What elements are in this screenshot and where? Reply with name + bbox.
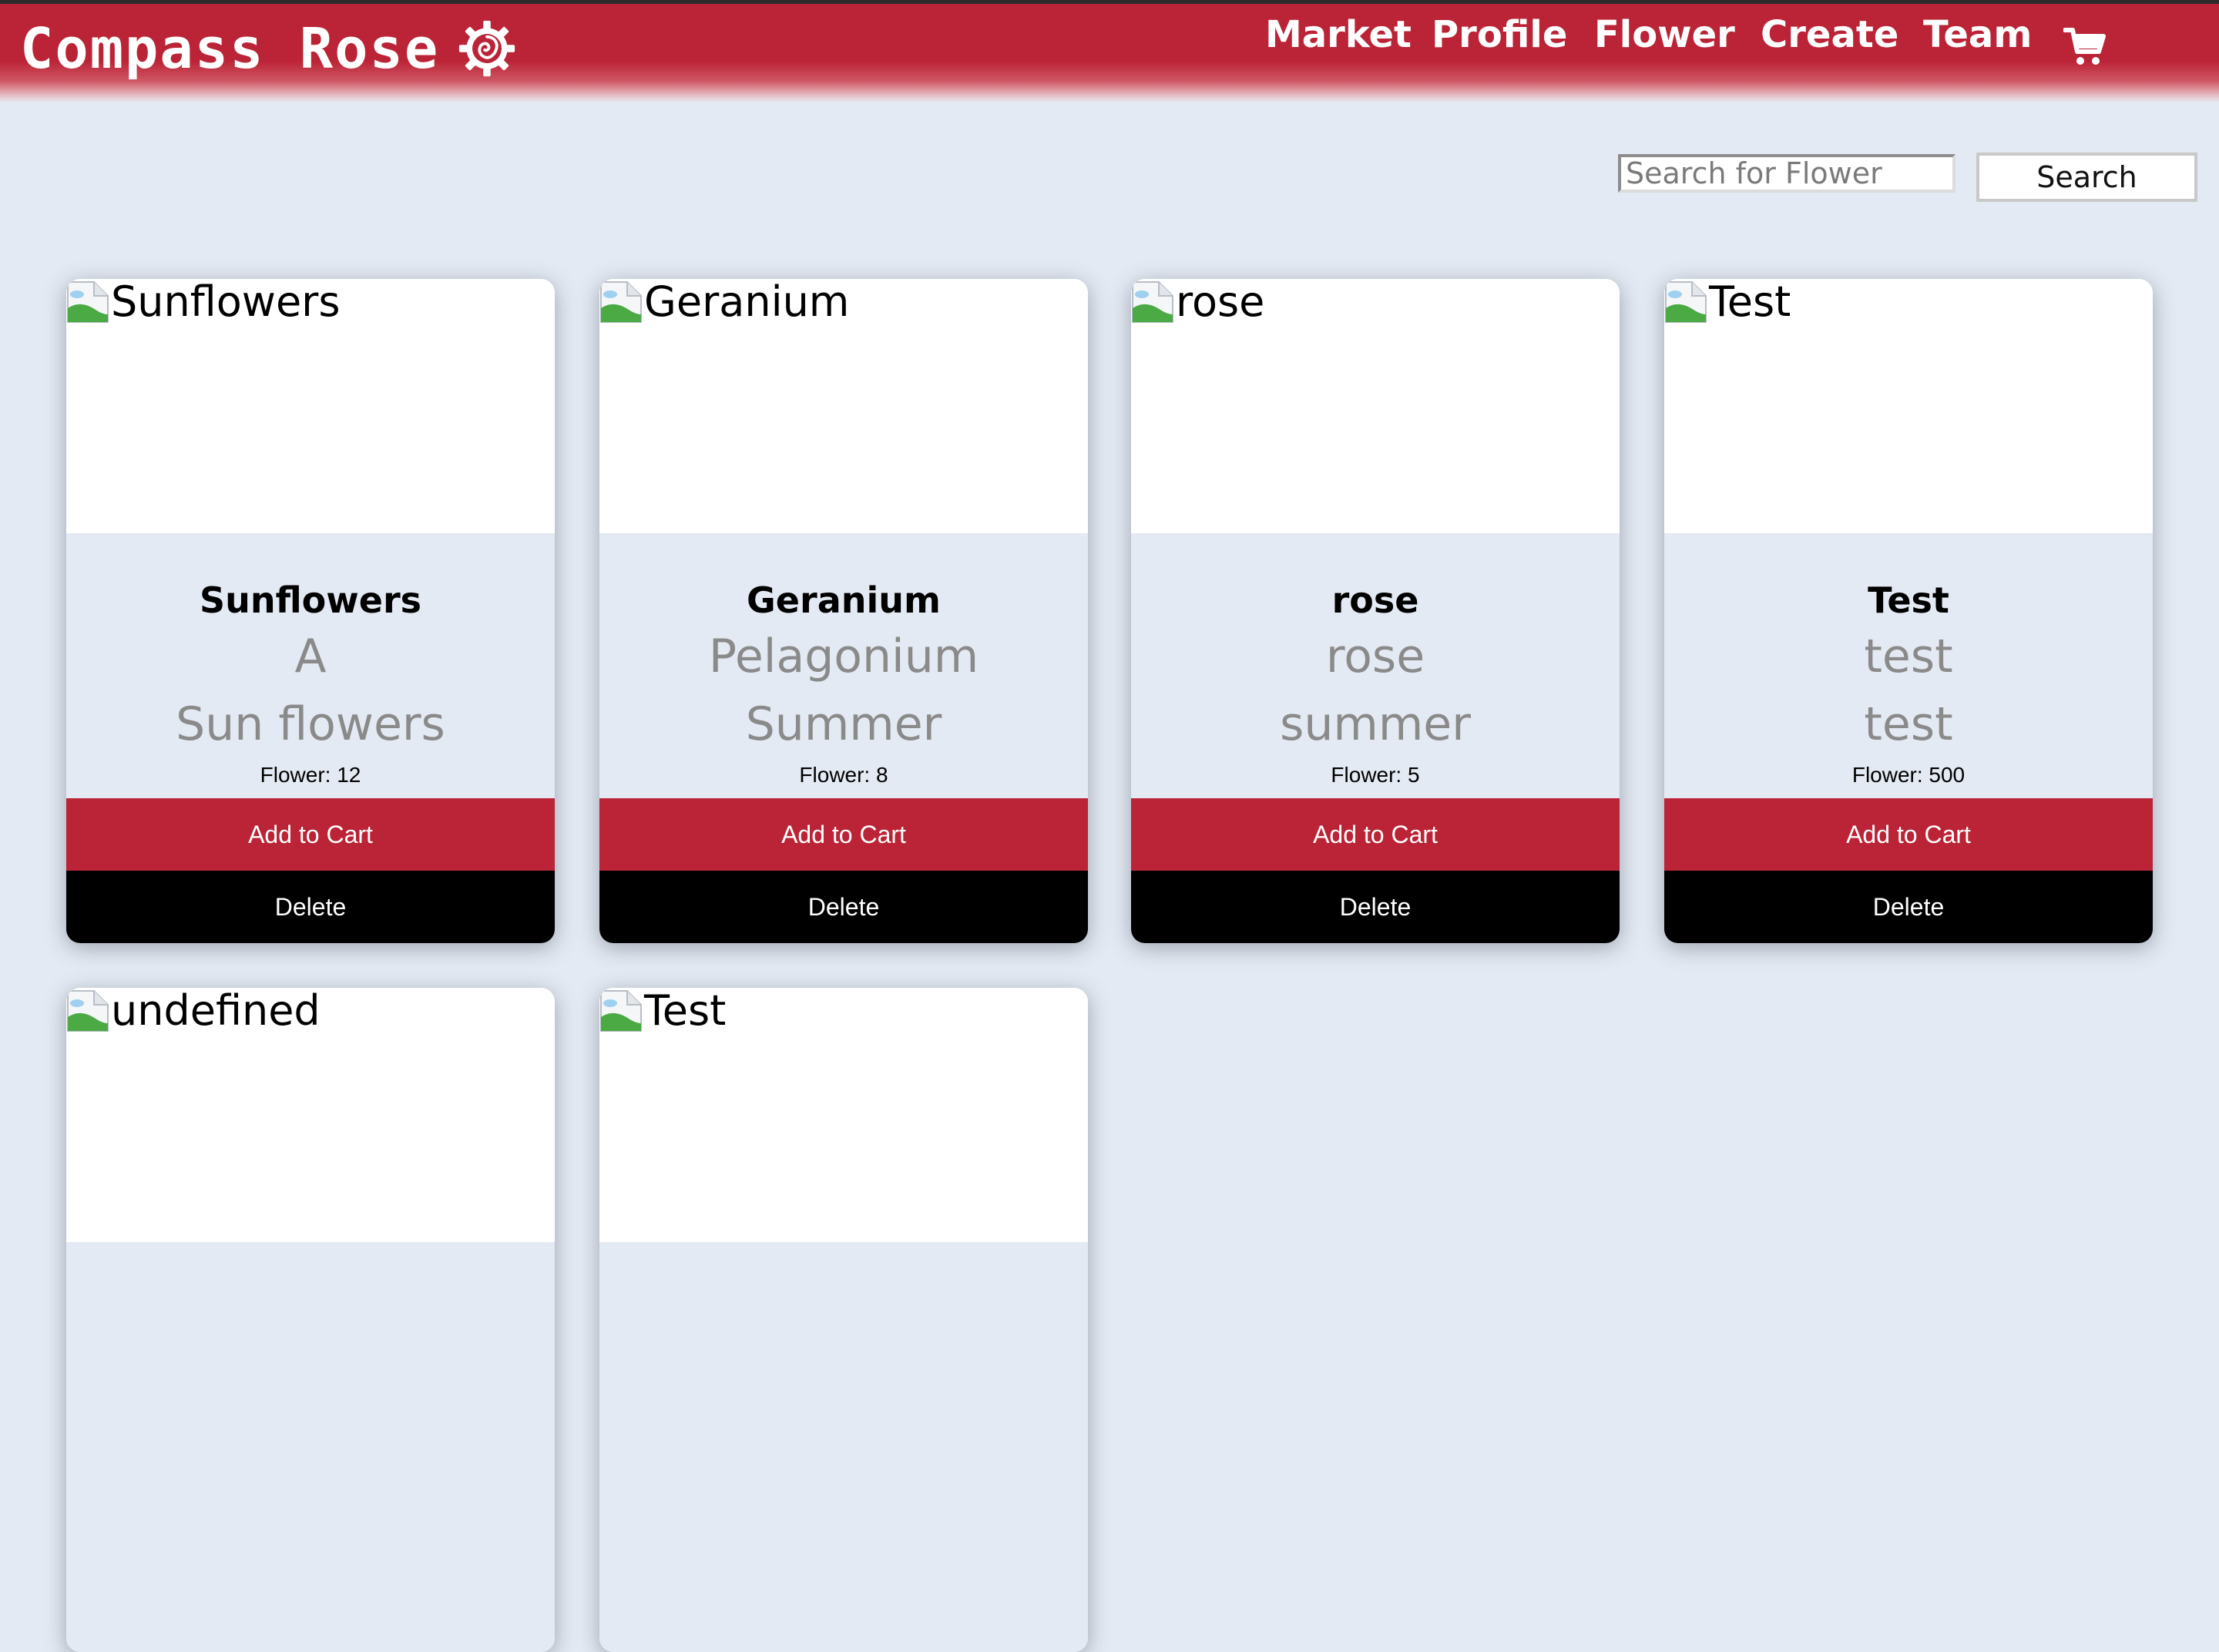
flower-image: undefined bbox=[66, 988, 555, 1242]
navbar: Compass Rose Market Profile Flower Creat… bbox=[0, 4, 2219, 102]
shopping-cart-icon[interactable] bbox=[2063, 25, 2107, 69]
image-alt-text: rose bbox=[1176, 279, 1265, 326]
card-subtitle: A bbox=[294, 630, 327, 683]
broken-image-icon bbox=[600, 990, 642, 1032]
image-alt-text: Test bbox=[644, 988, 727, 1035]
card-subtitle: rose bbox=[1325, 630, 1425, 683]
broken-image-icon bbox=[1665, 281, 1707, 323]
broken-image-icon bbox=[600, 281, 642, 323]
image-alt-text: Geranium bbox=[644, 279, 850, 326]
flower-card: Test Test test test Flower: 500 Add to C… bbox=[1664, 279, 2153, 943]
nav-link-market[interactable]: Market bbox=[1265, 4, 1412, 65]
card-subtitle: Pelagonium bbox=[708, 630, 979, 683]
image-alt-text: Sunflowers bbox=[111, 279, 341, 326]
flower-image: Sunflowers bbox=[66, 279, 555, 533]
flower-card: Sunflowers Sunflowers A Sun flowers Flow… bbox=[66, 279, 555, 943]
card-title: Test bbox=[1868, 579, 1949, 621]
flower-card: Test bbox=[599, 988, 1088, 1652]
image-alt-text: Test bbox=[1709, 279, 1791, 326]
add-to-cart-button[interactable]: Add to Cart bbox=[599, 798, 1088, 871]
card-title: Sunflowers bbox=[199, 579, 422, 621]
nav-link-create[interactable]: Create bbox=[1761, 4, 1898, 65]
broken-image-icon bbox=[1132, 281, 1173, 323]
flower-image: Test bbox=[599, 988, 1088, 1242]
delete-button[interactable]: Delete bbox=[66, 871, 555, 943]
search-button[interactable]: Search bbox=[1976, 153, 2197, 202]
add-to-cart-button[interactable]: Add to Cart bbox=[1131, 798, 1620, 871]
flower-count: Flower: 12 bbox=[260, 763, 361, 787]
broken-image-icon bbox=[67, 281, 109, 323]
card-description: summer bbox=[1280, 697, 1471, 751]
flower-card: undefined bbox=[66, 988, 555, 1652]
nav-link-team[interactable]: Team bbox=[1923, 4, 2032, 65]
add-to-cart-button[interactable]: Add to Cart bbox=[1664, 798, 2153, 871]
flower-card: rose rose rose summer Flower: 5 Add to C… bbox=[1131, 279, 1620, 943]
image-alt-text: undefined bbox=[111, 988, 321, 1035]
flower-image: Test bbox=[1664, 279, 2153, 533]
nav-link-profile[interactable]: Profile bbox=[1432, 4, 1567, 65]
flower-image: Geranium bbox=[599, 279, 1088, 533]
card-description: test bbox=[1864, 697, 1953, 751]
card-subtitle: test bbox=[1864, 630, 1953, 683]
flower-count: Flower: 8 bbox=[799, 763, 888, 787]
rose-gear-icon bbox=[459, 20, 515, 77]
brand-name: Compass Rose bbox=[20, 16, 440, 81]
flower-card: Geranium Geranium Pelagonium Summer Flow… bbox=[599, 279, 1088, 943]
delete-button[interactable]: Delete bbox=[1131, 871, 1620, 943]
broken-image-icon bbox=[67, 990, 109, 1032]
flower-count: Flower: 500 bbox=[1851, 763, 1966, 787]
card-title: Geranium bbox=[747, 579, 941, 621]
card-title: rose bbox=[1331, 579, 1419, 621]
card-description: Summer bbox=[745, 697, 942, 751]
delete-button[interactable]: Delete bbox=[599, 871, 1088, 943]
flower-count: Flower: 5 bbox=[1331, 763, 1420, 787]
brand[interactable]: Compass Rose bbox=[20, 10, 516, 87]
card-body bbox=[66, 1242, 555, 1652]
card-description: Sun flowers bbox=[176, 697, 445, 751]
flower-image: rose bbox=[1131, 279, 1620, 533]
add-to-cart-button[interactable]: Add to Cart bbox=[66, 798, 555, 871]
search-input[interactable] bbox=[1618, 154, 1955, 193]
nav-link-flower[interactable]: Flower bbox=[1594, 4, 1735, 65]
delete-button[interactable]: Delete bbox=[1664, 871, 2153, 943]
card-body bbox=[599, 1242, 1088, 1652]
